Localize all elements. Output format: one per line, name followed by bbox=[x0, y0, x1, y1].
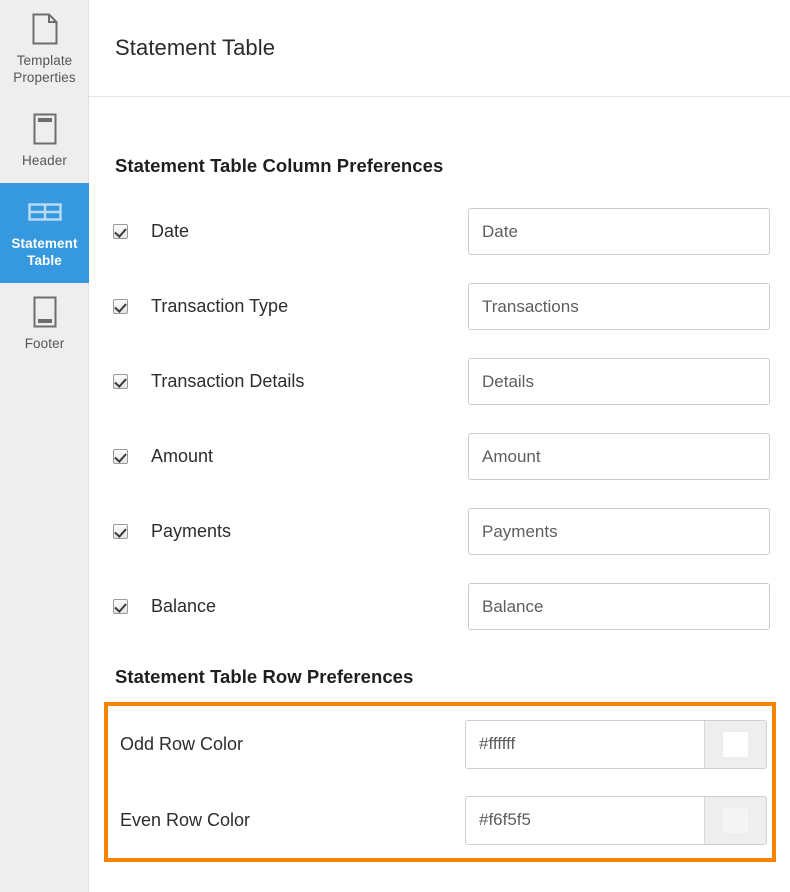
row-preferences-highlight-box: Odd Row Color Even Row Color bbox=[104, 702, 776, 862]
column-input-cell bbox=[468, 508, 770, 555]
checkbox-amount[interactable] bbox=[113, 449, 128, 464]
color-hex-input-even-row[interactable] bbox=[466, 797, 704, 844]
page-title: Statement Table bbox=[115, 35, 275, 61]
sidebar-item-label: Header bbox=[22, 152, 67, 169]
footer-block-icon bbox=[32, 295, 58, 329]
column-title-input-transaction-details[interactable] bbox=[468, 358, 770, 405]
column-input-cell bbox=[468, 208, 770, 255]
app-root: Template Properties Header Statement Tab… bbox=[0, 0, 790, 892]
row-pref-even: Even Row Color bbox=[108, 782, 772, 858]
row-pref-label: Even Row Color bbox=[120, 810, 250, 831]
sidebar-item-template-properties[interactable]: Template Properties bbox=[0, 0, 89, 100]
column-label: Transaction Type bbox=[151, 296, 288, 317]
checkbox-wrap bbox=[113, 374, 141, 389]
column-title-input-amount[interactable] bbox=[468, 433, 770, 480]
document-page-icon bbox=[32, 12, 58, 46]
column-label: Balance bbox=[151, 596, 216, 617]
column-input-cell bbox=[468, 433, 770, 480]
column-row-balance: Balance bbox=[89, 569, 790, 644]
sidebar-item-header[interactable]: Header bbox=[0, 100, 89, 183]
column-input-cell bbox=[468, 358, 770, 405]
color-field-odd-row bbox=[465, 720, 767, 769]
column-title-input-transaction-type[interactable] bbox=[468, 283, 770, 330]
checkbox-transaction-type[interactable] bbox=[113, 299, 128, 314]
checkbox-balance[interactable] bbox=[113, 599, 128, 614]
sidebar: Template Properties Header Statement Tab… bbox=[0, 0, 89, 892]
header-block-icon bbox=[32, 112, 58, 146]
table-grid-icon bbox=[28, 195, 62, 229]
column-input-cell bbox=[468, 583, 770, 630]
column-row-date: Date bbox=[89, 194, 790, 269]
column-title-input-balance[interactable] bbox=[468, 583, 770, 630]
checkbox-wrap bbox=[113, 524, 141, 539]
sidebar-item-statement-table[interactable]: Statement Table bbox=[0, 183, 89, 283]
content-area: Statement Table Column Preferences Date bbox=[89, 155, 790, 862]
checkbox-wrap bbox=[113, 224, 141, 239]
column-input-cell bbox=[468, 283, 770, 330]
column-label: Date bbox=[151, 221, 189, 242]
checkbox-wrap bbox=[113, 299, 141, 314]
column-label: Amount bbox=[151, 446, 213, 467]
column-title-input-date[interactable] bbox=[468, 208, 770, 255]
page-header: Statement Table bbox=[89, 0, 790, 97]
row-preferences-heading: Statement Table Row Preferences bbox=[115, 666, 790, 688]
sidebar-item-label: Statement Table bbox=[4, 235, 85, 269]
color-swatch-even-row bbox=[723, 808, 748, 833]
checkbox-wrap bbox=[113, 599, 141, 614]
checkbox-wrap bbox=[113, 449, 141, 464]
sidebar-item-footer[interactable]: Footer bbox=[0, 283, 89, 366]
main-panel: Statement Table Statement Table Column P… bbox=[89, 0, 790, 892]
color-picker-button-odd-row[interactable] bbox=[704, 721, 766, 768]
column-row-transaction-type: Transaction Type bbox=[89, 269, 790, 344]
column-label: Transaction Details bbox=[151, 371, 304, 392]
checkbox-payments[interactable] bbox=[113, 524, 128, 539]
color-swatch-odd-row bbox=[723, 732, 748, 757]
checkbox-date[interactable] bbox=[113, 224, 128, 239]
checkbox-transaction-details[interactable] bbox=[113, 374, 128, 389]
column-preferences-heading: Statement Table Column Preferences bbox=[115, 155, 790, 177]
column-row-amount: Amount bbox=[89, 419, 790, 494]
color-field-even-row bbox=[465, 796, 767, 845]
sidebar-item-label: Template Properties bbox=[4, 52, 85, 86]
column-preferences-list: Date Transaction Type bbox=[89, 194, 790, 644]
column-label: Payments bbox=[151, 521, 231, 542]
row-pref-odd: Odd Row Color bbox=[108, 706, 772, 782]
column-row-payments: Payments bbox=[89, 494, 790, 569]
color-hex-input-odd-row[interactable] bbox=[466, 721, 704, 768]
sidebar-item-label: Footer bbox=[25, 335, 65, 352]
row-pref-label: Odd Row Color bbox=[120, 734, 243, 755]
color-picker-button-even-row[interactable] bbox=[704, 797, 766, 844]
column-row-transaction-details: Transaction Details bbox=[89, 344, 790, 419]
column-title-input-payments[interactable] bbox=[468, 508, 770, 555]
